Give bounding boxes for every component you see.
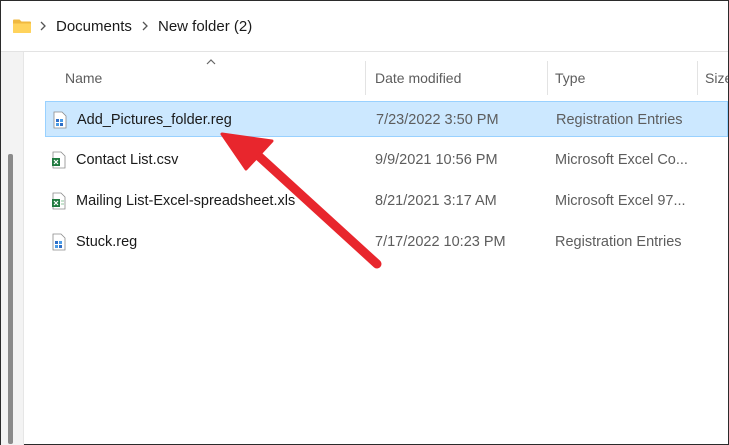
registry-file-icon — [53, 111, 67, 129]
file-type: Microsoft Excel Co... — [555, 152, 688, 168]
column-divider[interactable] — [547, 61, 548, 95]
address-bar[interactable]: Documents New folder (2) — [1, 1, 728, 52]
column-divider[interactable] — [365, 61, 366, 95]
file-date-modified: 9/9/2021 10:56 PM — [375, 152, 498, 168]
column-header-name[interactable]: Name — [65, 63, 102, 93]
sort-ascending-icon — [206, 59, 216, 65]
file-row[interactable]: Mailing List-Excel-spreadsheet.xls 8/21/… — [45, 183, 728, 219]
breadcrumb-current-folder[interactable]: New folder (2) — [158, 18, 252, 36]
excel-xls-icon — [52, 192, 66, 210]
file-date-modified: 8/21/2021 3:17 AM — [375, 193, 497, 209]
excel-csv-icon — [52, 151, 66, 169]
file-name: Stuck.reg — [76, 234, 138, 250]
file-name: Add_Pictures_folder.reg — [77, 112, 232, 128]
column-divider[interactable] — [697, 61, 698, 95]
registry-file-icon — [52, 233, 66, 251]
navigation-pane-scrollbar[interactable] — [8, 154, 13, 444]
explorer-window: Documents New folder (2) Name Date modif… — [0, 0, 729, 445]
chevron-right-icon[interactable] — [38, 19, 48, 33]
file-type: Registration Entries — [555, 234, 682, 250]
navigation-pane — [1, 52, 24, 445]
file-row[interactable]: Contact List.csv 9/9/2021 10:56 PM Micro… — [45, 142, 728, 178]
file-name: Mailing List-Excel-spreadsheet.xls — [76, 193, 296, 209]
column-header-size[interactable]: Size — [705, 63, 728, 93]
file-row[interactable]: Stuck.reg 7/17/2022 10:23 PM Registratio… — [45, 224, 728, 260]
column-header-type[interactable]: Type — [555, 63, 585, 93]
chevron-right-icon[interactable] — [140, 19, 150, 33]
breadcrumb-documents[interactable]: Documents — [56, 18, 132, 36]
file-date-modified: 7/17/2022 10:23 PM — [375, 234, 506, 250]
file-date-modified: 7/23/2022 3:50 PM — [376, 112, 499, 128]
file-type: Microsoft Excel 97... — [555, 193, 686, 209]
file-name: Contact List.csv — [76, 152, 179, 168]
file-row-selected[interactable]: Add_Pictures_folder.reg 7/23/2022 3:50 P… — [45, 101, 728, 137]
file-type: Registration Entries — [556, 112, 683, 128]
folder-icon — [13, 19, 31, 33]
column-header-date-modified[interactable]: Date modified — [375, 63, 461, 93]
